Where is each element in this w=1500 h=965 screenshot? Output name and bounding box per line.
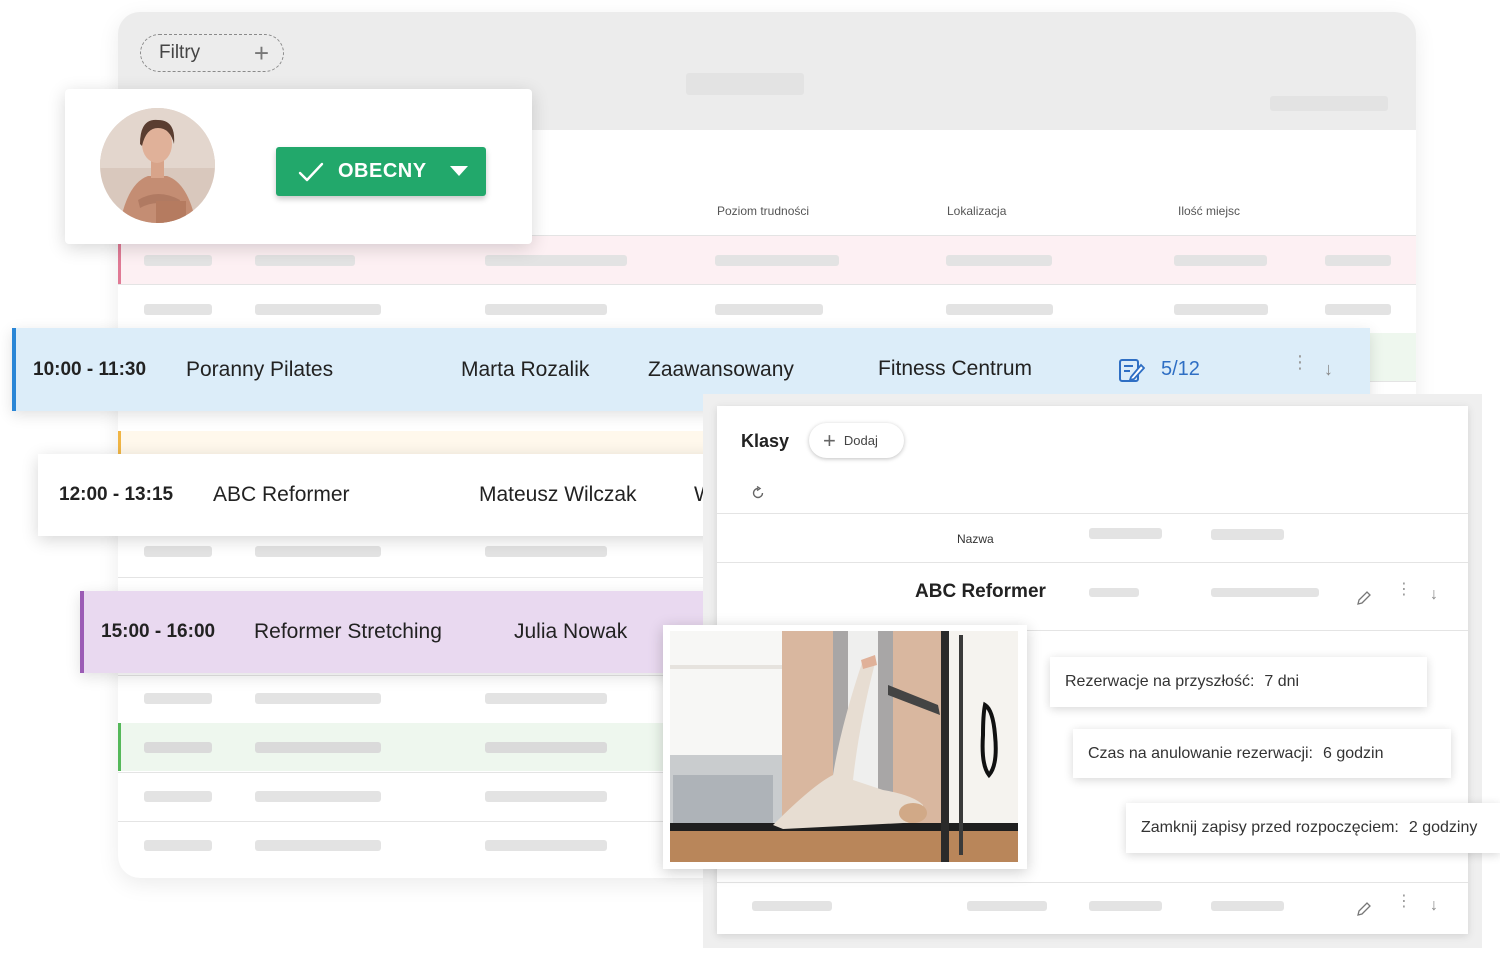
setting-future-bookings: Rezerwacje na przyszłość: 7 dni xyxy=(1050,657,1427,707)
filters-button[interactable]: Filtry + xyxy=(140,34,284,72)
pencil-icon[interactable] xyxy=(1356,590,1372,606)
class-photo xyxy=(663,625,1027,869)
setting-close-enrollment: Zamknij zapisy przed rozpoczęciem: 2 god… xyxy=(1126,803,1500,853)
attendance-status-dropdown[interactable]: OBECNY xyxy=(276,147,486,196)
header-placeholder xyxy=(686,73,804,95)
arrow-down-icon[interactable]: ↓ xyxy=(1324,359,1333,380)
class-name: ABC Reformer xyxy=(213,483,350,506)
class-time: 15:00 - 16:00 xyxy=(101,621,216,642)
plus-icon: + xyxy=(253,38,269,68)
refresh-icon[interactable] xyxy=(751,486,765,500)
caret-down-icon xyxy=(450,166,468,176)
column-header-location: Lokalizacja xyxy=(947,204,1007,218)
setting-cancel-time: Czas na anulowanie rezerwacji: 6 godzin xyxy=(1073,729,1451,778)
more-vertical-icon[interactable]: ⋮ xyxy=(1291,353,1309,371)
class-name: Reformer Stretching xyxy=(254,620,442,643)
setting-value: 7 dni xyxy=(1264,673,1300,690)
setting-value: 6 godzin xyxy=(1323,744,1384,762)
arrow-down-icon[interactable]: ↓ xyxy=(1430,586,1438,604)
arrow-down-icon[interactable]: ↓ xyxy=(1430,897,1438,915)
pencil-icon[interactable] xyxy=(1356,901,1372,917)
column-header-spots: Ilość miejsc xyxy=(1178,204,1241,218)
avatar xyxy=(100,108,215,223)
status-label: OBECNY xyxy=(338,160,427,182)
class-time: 10:00 - 11:30 xyxy=(33,358,147,380)
panel-title: Klasy xyxy=(741,431,790,451)
more-vertical-icon[interactable]: ⋮ xyxy=(1396,582,1412,598)
class-spots: 5/12 xyxy=(1161,358,1200,380)
setting-value: 2 godziny xyxy=(1408,819,1478,836)
class-name: Poranny Pilates xyxy=(186,357,334,381)
class-instructor: Marta Rozalik xyxy=(461,357,590,381)
column-header-name: Nazwa xyxy=(957,532,994,546)
plus-icon: + xyxy=(823,427,836,453)
add-label: Dodaj xyxy=(843,433,878,448)
class-location: Fitness Centrum xyxy=(878,357,1033,380)
column-header-level: Poziom trudności xyxy=(717,204,810,218)
class-instructor: Mateusz Wilczak xyxy=(479,483,637,506)
add-class-button[interactable]: + Dodaj xyxy=(809,423,904,458)
notes-icon[interactable] xyxy=(1118,357,1145,383)
more-vertical-icon[interactable]: ⋮ xyxy=(1396,894,1412,910)
setting-label: Czas na anulowanie rezerwacji: xyxy=(1088,744,1313,762)
class-row-2[interactable]: 12:00 - 13:15 ABC Reformer Mateusz Wilcz… xyxy=(38,454,718,536)
instructor-card: OBECNY xyxy=(65,89,532,244)
class-instructor: Julia Nowak xyxy=(514,620,628,643)
class-name: ABC Reformer xyxy=(915,581,1046,602)
class-level: Zaawansowany xyxy=(648,357,794,381)
class-row-3[interactable]: 15:00 - 16:00 Reformer Stretching Julia … xyxy=(80,591,720,673)
header-placeholder xyxy=(1270,96,1388,111)
check-icon xyxy=(298,162,324,181)
setting-label: Zamknij zapisy przed rozpoczęciem: xyxy=(1141,819,1399,836)
class-time: 12:00 - 13:15 xyxy=(59,484,174,505)
setting-label: Rezerwacje na przyszłość: xyxy=(1065,673,1255,690)
filters-label: Filtry xyxy=(159,42,201,63)
